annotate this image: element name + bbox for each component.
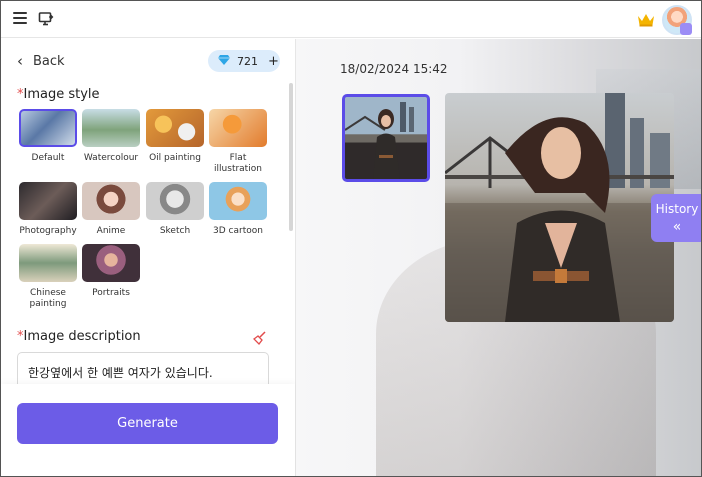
style-thumbnail	[19, 109, 77, 147]
style-chinese-painting[interactable]: Chinese painting	[19, 244, 77, 310]
style-label: Flat illustration	[214, 153, 262, 174]
hamburger-menu-icon[interactable]	[13, 12, 27, 24]
result-panel: 18/02/2024 15:42 History «	[296, 39, 701, 476]
style-anime[interactable]: Anime	[82, 182, 140, 237]
top-bar	[1, 1, 701, 38]
image-style-title: *Image style	[17, 87, 100, 102]
style-thumbnail	[209, 109, 267, 147]
generated-image[interactable]	[445, 93, 674, 322]
style-thumbnail	[146, 109, 204, 147]
history-label: History	[655, 202, 699, 216]
style-label: Oil painting	[149, 153, 201, 163]
chevron-left-icon: ‹	[17, 52, 23, 70]
generate-button[interactable]: Generate	[17, 403, 278, 444]
scrollbar[interactable]	[289, 83, 293, 231]
style-thumbnail	[19, 244, 77, 282]
image-description-title-text: Image description	[23, 329, 141, 344]
gems-balance: 721 +	[208, 50, 280, 72]
avatar-badge-icon	[680, 23, 692, 35]
crown-icon[interactable]	[637, 12, 655, 27]
result-thumbnail[interactable]	[342, 94, 430, 182]
back-label: Back	[33, 53, 65, 69]
image-style-title-text: Image style	[23, 87, 100, 102]
style-label: Anime	[96, 226, 126, 236]
bottom-action-bar: Generate	[1, 384, 295, 476]
style-thumbnail	[82, 182, 140, 220]
back-button[interactable]: ‹ Back	[17, 52, 65, 70]
style-label: Sketch	[159, 226, 191, 236]
diamond-icon	[218, 54, 230, 68]
style-thumbnail	[82, 109, 140, 147]
style-thumbnail	[19, 182, 77, 220]
style-label: Watercolour	[83, 153, 139, 163]
style-thumbnail	[146, 182, 204, 220]
left-panel: ‹ Back 721 + *Image style Default Waterc…	[1, 39, 296, 476]
style-photography[interactable]: Photography	[19, 182, 77, 237]
style-label: 3D cartoon	[213, 226, 263, 236]
monitor-icon[interactable]	[38, 11, 54, 27]
double-chevron-left-icon: «	[672, 219, 682, 235]
style-3d-cartoon[interactable]: 3D cartoon	[209, 182, 267, 237]
style-sketch[interactable]: Sketch	[146, 182, 204, 237]
image-description-title: *Image description	[17, 329, 141, 344]
style-flat-illustration[interactable]: Flat illustration	[209, 109, 267, 175]
gems-count: 721	[237, 54, 258, 68]
style-portraits[interactable]: Portraits	[82, 244, 140, 299]
generation-datetime: 18/02/2024 15:42	[340, 62, 448, 76]
broom-clear-icon[interactable]	[253, 330, 267, 345]
style-label: Portraits	[92, 288, 130, 298]
add-gems-button[interactable]: +	[268, 54, 279, 69]
style-oil-painting[interactable]: Oil painting	[146, 109, 204, 164]
history-button[interactable]: History «	[651, 194, 701, 242]
style-label: Chinese painting	[29, 288, 67, 309]
style-watercolour[interactable]: Watercolour	[82, 109, 140, 164]
style-default[interactable]: Default	[19, 109, 77, 164]
style-thumbnail	[209, 182, 267, 220]
style-label: Photography	[19, 226, 77, 236]
style-label: Default	[31, 153, 65, 163]
style-thumbnail	[82, 244, 140, 282]
